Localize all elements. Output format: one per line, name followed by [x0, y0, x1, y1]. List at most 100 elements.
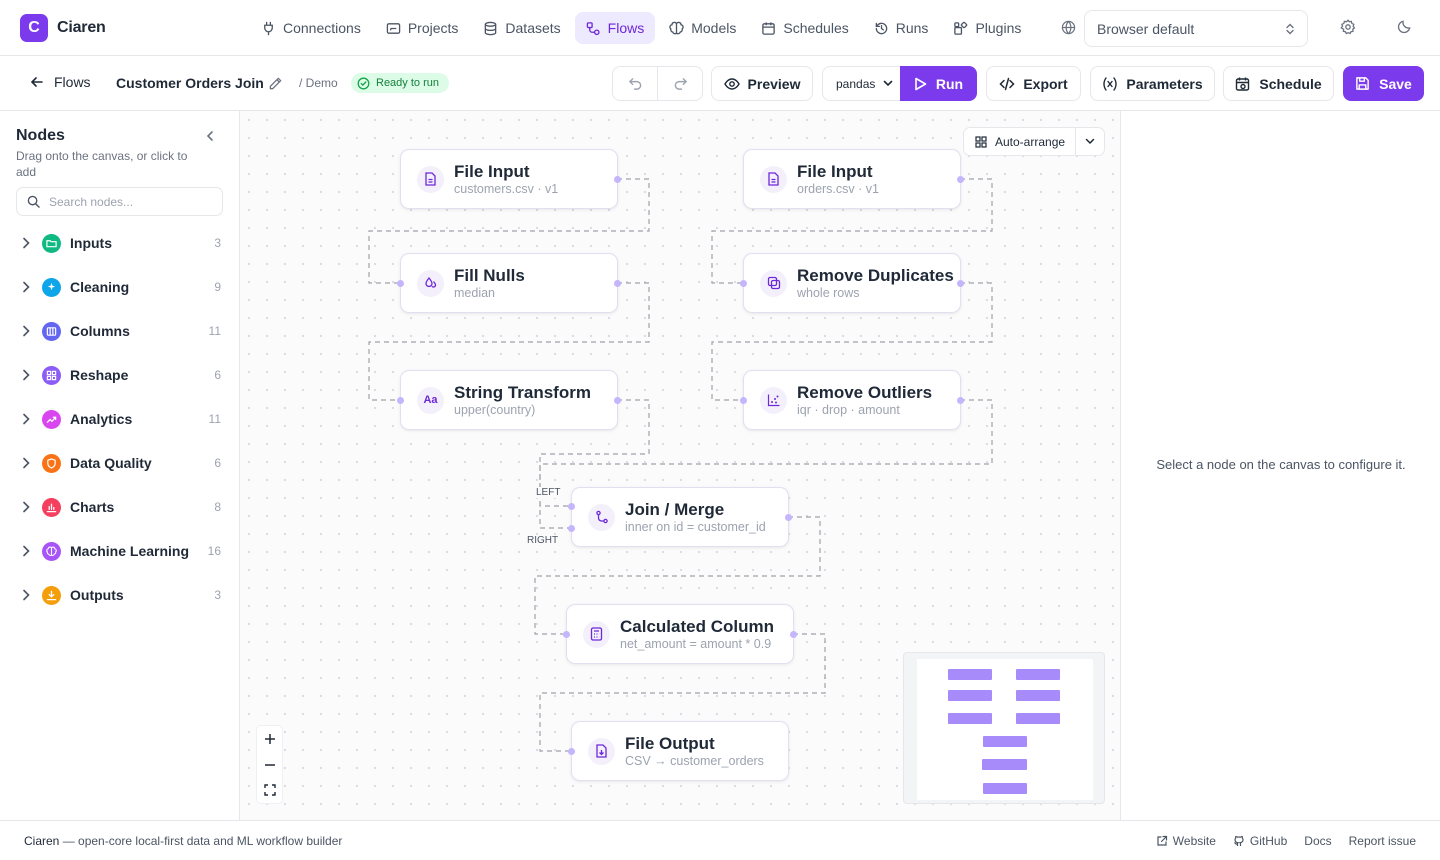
schedule-button[interactable]: Schedule	[1223, 66, 1334, 101]
trend-icon	[42, 409, 61, 429]
node-file-input-orders[interactable]: File Input orders.csv · v1	[743, 149, 964, 209]
report-issue-link[interactable]: Report issue	[1349, 834, 1416, 848]
auto-arrange-options-button[interactable]	[1076, 128, 1104, 155]
project-namespace[interactable]: / Demo	[299, 76, 338, 90]
nav-datasets[interactable]: Datasets	[472, 12, 571, 44]
download-icon	[42, 585, 61, 605]
join-left-port-label: LEFT	[534, 487, 563, 498]
flow-canvas[interactable]: File Input customers.csv · v1 Fill Nulls m…	[240, 111, 1120, 820]
nav-connections[interactable]: Connections	[250, 12, 372, 44]
category-label: Charts	[70, 499, 115, 515]
category-outputs[interactable]: Outputs 3	[0, 573, 239, 617]
chevron-right-icon	[20, 589, 32, 601]
rename-pencil-icon[interactable]	[268, 76, 283, 91]
category-data-quality[interactable]: Data Quality 6	[0, 441, 239, 485]
preview-button[interactable]: Preview	[711, 66, 813, 101]
node-title: Remove Duplicates	[797, 265, 954, 285]
redo-button[interactable]	[658, 67, 702, 100]
nav-models[interactable]: Models	[658, 12, 747, 44]
input-port[interactable]	[397, 280, 404, 287]
folder-open-icon	[42, 233, 61, 253]
fit-view-icon	[263, 784, 276, 796]
language-select[interactable]: Browser default	[1084, 10, 1308, 47]
category-machine-learning[interactable]: Machine Learning 16	[0, 529, 239, 573]
output-port[interactable]	[957, 397, 964, 404]
file-output-icon	[588, 737, 615, 765]
nav-schedules[interactable]: Schedules	[750, 12, 859, 44]
node-calculated-column[interactable]: Calculated Column net_amount = amount * 0…	[563, 604, 797, 664]
save-button[interactable]: Save	[1343, 66, 1424, 101]
input-port[interactable]	[397, 397, 404, 404]
node-string-transform[interactable]: Aa String Transform upper(country)	[397, 370, 621, 430]
zoom-in-button[interactable]	[257, 726, 282, 752]
node-title: File Output	[625, 733, 715, 753]
output-port[interactable]	[785, 514, 792, 521]
nav-flows[interactable]: Flows	[574, 12, 656, 44]
scatter-icon	[760, 386, 787, 414]
category-count: 3	[214, 236, 221, 250]
output-port[interactable]	[614, 397, 621, 404]
dark-mode-moon-icon[interactable]	[1397, 19, 1412, 34]
node-fill-nulls[interactable]: Fill Nulls median	[397, 253, 621, 313]
node-subtitle: iqr · drop · amount	[797, 402, 900, 417]
config-empty-message: Select a node on the canvas to configure…	[1156, 457, 1406, 472]
save-floppy-icon	[1355, 76, 1370, 91]
calendar-clock-icon	[1235, 76, 1251, 92]
category-label: Reshape	[70, 367, 129, 383]
website-link[interactable]: Website	[1156, 834, 1216, 848]
node-search-input[interactable]	[49, 194, 199, 209]
node-title: String Transform	[454, 382, 591, 402]
nav-plugins[interactable]: Plugins	[942, 12, 1032, 44]
output-port[interactable]	[790, 631, 797, 638]
external-link-icon	[1156, 835, 1168, 847]
output-port[interactable]	[957, 176, 964, 183]
category-inputs[interactable]: Inputs 3	[0, 221, 239, 265]
settings-gear-icon[interactable]	[1340, 19, 1356, 35]
chevron-right-icon	[20, 237, 32, 249]
category-reshape[interactable]: Reshape 6	[0, 353, 239, 397]
parameters-button[interactable]: Parameters	[1090, 66, 1215, 101]
output-port[interactable]	[957, 280, 964, 287]
output-port[interactable]	[614, 280, 621, 287]
input-port[interactable]	[568, 748, 575, 755]
category-count: 9	[214, 280, 221, 294]
category-analytics[interactable]: Analytics 11	[0, 397, 239, 441]
node-remove-outliers[interactable]: Remove Outliers iqr · drop · amount	[740, 370, 964, 430]
node-file-output[interactable]: File Output CSV → customer_orders	[568, 721, 789, 781]
nav-runs[interactable]: Runs	[863, 12, 940, 44]
fit-view-button[interactable]	[257, 777, 282, 803]
category-cleaning[interactable]: Cleaning 9	[0, 265, 239, 309]
minimap[interactable]	[903, 652, 1105, 804]
undo-button[interactable]	[613, 67, 658, 100]
export-button[interactable]: Export	[986, 66, 1081, 101]
nav-label: Projects	[407, 20, 459, 36]
github-link[interactable]: GitHub	[1233, 834, 1287, 848]
run-button[interactable]: Run	[900, 66, 977, 101]
node-remove-duplicates[interactable]: Remove Duplicates whole rows	[740, 253, 964, 313]
node-category-list: Inputs 3 Cleaning 9 Columns 11 Reshape 6…	[0, 221, 239, 617]
collapse-sidebar-chevron-left-icon[interactable]	[204, 130, 216, 142]
input-port[interactable]	[563, 631, 570, 638]
file-icon	[760, 165, 787, 193]
node-file-input-customers[interactable]: File Input customers.csv · v1	[400, 149, 621, 209]
left-input-port[interactable]	[568, 503, 575, 510]
chevron-right-icon	[20, 457, 32, 469]
engine-select[interactable]: pandas	[822, 66, 902, 101]
nav-projects[interactable]: Projects	[375, 12, 470, 44]
category-charts[interactable]: Charts 8	[0, 485, 239, 529]
input-port[interactable]	[740, 280, 747, 287]
top-navbar: C Ciaren Connections Projects Datasets F…	[0, 0, 1440, 56]
sidebar-hint: Drag onto the canvas, or click to add	[16, 149, 188, 179]
category-columns[interactable]: Columns 11	[0, 309, 239, 353]
node-subtitle: customers.csv · v1	[454, 181, 559, 196]
back-to-flows-button[interactable]: Flows	[30, 74, 91, 90]
docs-link[interactable]: Docs	[1304, 834, 1331, 848]
app-logo[interactable]: C Ciaren	[20, 14, 106, 42]
right-input-port[interactable]	[568, 525, 575, 532]
zoom-out-button[interactable]	[257, 752, 282, 778]
auto-arrange-button[interactable]: Auto-arrange	[964, 128, 1077, 155]
output-port[interactable]	[614, 176, 621, 183]
node-subtitle: CSV → customer_orders	[625, 753, 764, 768]
node-join-merge[interactable]: Join / Merge inner on id = customer_id	[568, 487, 792, 547]
input-port[interactable]	[740, 397, 747, 404]
